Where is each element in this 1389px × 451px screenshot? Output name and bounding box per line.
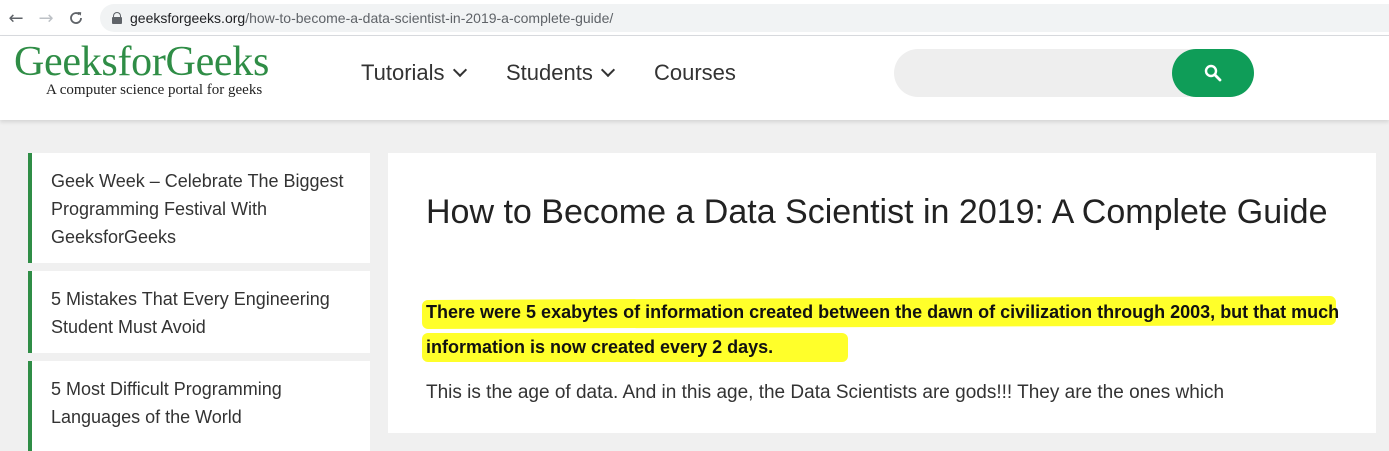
search-bar — [894, 49, 1254, 97]
address-bar[interactable]: geeksforgeeks.org/how-to-become-a-data-s… — [100, 4, 1389, 32]
browser-toolbar: ← → geeksforgeeks.org/how-to-become-a-da… — [0, 0, 1389, 36]
search-icon — [1204, 64, 1222, 82]
highlight-text: There were 5 exabytes of information cre… — [426, 302, 1340, 357]
url-domain: geeksforgeeks.org — [130, 10, 246, 26]
arrow-left-icon[interactable]: ← — [3, 5, 29, 31]
sidebar-item-engineering-mistakes[interactable]: 5 Mistakes That Every Engineering Studen… — [28, 271, 370, 353]
sidebar-item-geek-week[interactable]: Geek Week – Celebrate The Biggest Progra… — [28, 153, 370, 263]
search-button[interactable] — [1172, 49, 1254, 97]
nav-courses-label: Courses — [654, 60, 736, 85]
nav-courses[interactable]: Courses — [654, 60, 736, 86]
reload-icon[interactable] — [63, 5, 89, 31]
logo-tagline: A computer science portal for geeks — [46, 82, 263, 98]
sidebar-item-label: 5 Mistakes That Every Engineering Studen… — [51, 289, 330, 337]
article-title: How to Become a Data Scientist in 2019: … — [426, 193, 1328, 231]
search-input[interactable] — [894, 49, 1194, 97]
chevron-down-icon — [600, 62, 615, 78]
highlighted-quote: There were 5 exabytes of information cre… — [421, 295, 1340, 365]
site-header: GeeksforGeeks A computer science portal … — [0, 36, 1389, 120]
article-body: This is the age of data. And in this age… — [426, 382, 1225, 403]
chevron-down-icon — [452, 62, 467, 78]
nav-tutorials-label: Tutorials — [361, 60, 445, 85]
logo[interactable]: GeeksforGeeks — [14, 40, 269, 84]
url-path: /how-to-become-a-data-scientist-in-2019-… — [245, 10, 614, 26]
lock-icon — [112, 12, 122, 24]
nav-tutorials[interactable]: Tutorials — [361, 60, 467, 86]
url-text: geeksforgeeks.org/how-to-become-a-data-s… — [130, 10, 613, 26]
sidebar-item-difficult-languages[interactable]: 5 Most Difficult Programming Languages o… — [28, 361, 370, 451]
nav-students[interactable]: Students — [506, 60, 615, 86]
article: How to Become a Data Scientist in 2019: … — [388, 153, 1376, 433]
sidebar-item-label: Geek Week – Celebrate The Biggest Progra… — [51, 171, 344, 247]
arrow-right-icon[interactable]: → — [33, 5, 59, 31]
nav-students-label: Students — [506, 60, 593, 85]
